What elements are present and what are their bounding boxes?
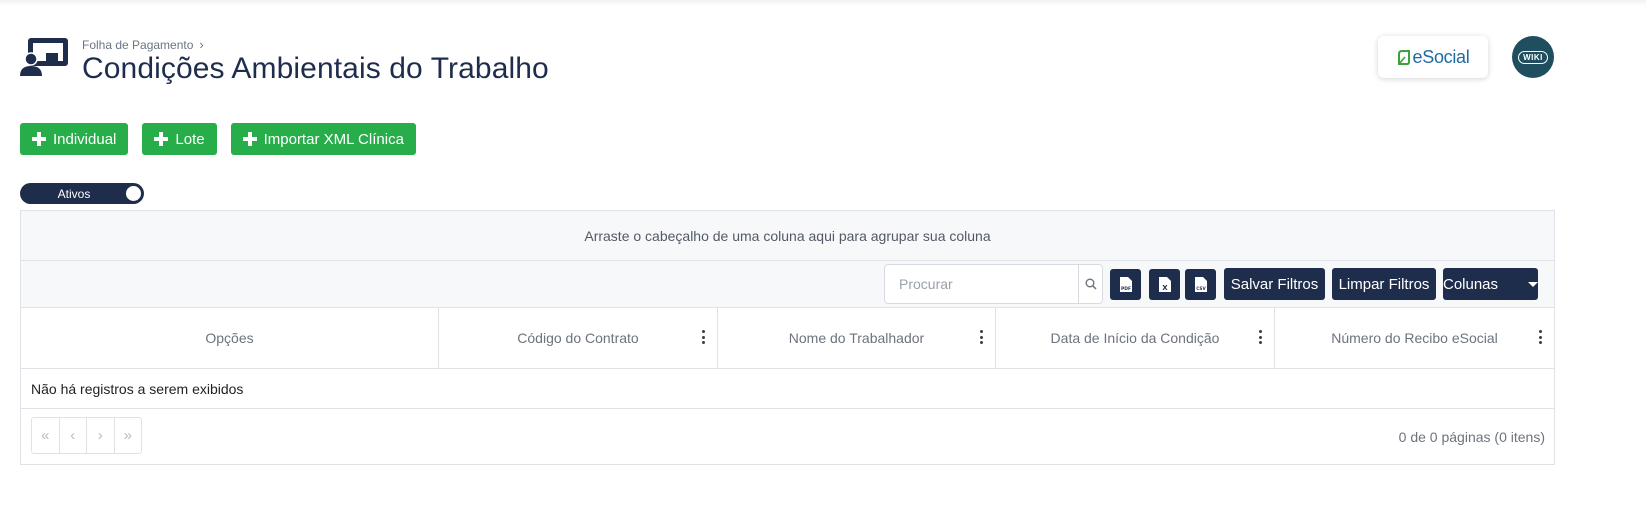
pager: « ‹ › » [31, 417, 142, 454]
column-header-opcoes[interactable]: Opções [21, 308, 439, 368]
pdf-file-icon: PDF [1119, 277, 1132, 292]
toggle-label: Ativos [57, 186, 91, 201]
page-title: Condições Ambientais do Trabalho [82, 52, 549, 85]
toggle-knob [126, 186, 141, 201]
save-filters-button[interactable]: Salvar Filtros [1224, 268, 1325, 300]
search-box [884, 264, 1103, 304]
svg-text:X: X [1162, 284, 1168, 292]
export-csv-button[interactable]: CSV [1185, 269, 1216, 300]
column-header-label: Número do Recibo eSocial [1331, 330, 1498, 346]
export-excel-button[interactable]: X [1149, 269, 1180, 300]
svg-text:PDF: PDF [1120, 286, 1130, 292]
first-page-button[interactable]: « [32, 418, 60, 453]
column-header-nome-trabalhador[interactable]: Nome do Trabalhador [718, 308, 996, 368]
add-individual-label: Individual [53, 130, 117, 148]
column-header-label: Código do Contrato [517, 330, 639, 346]
clear-filters-label: Limpar Filtros [1338, 275, 1430, 293]
esocial-leaf-icon [1397, 50, 1410, 65]
empty-message: Não há registros a serem exibidos [31, 380, 244, 397]
column-header-data-inicio[interactable]: Data de Início da Condição [996, 308, 1275, 368]
ativos-toggle[interactable]: Ativos [20, 183, 144, 204]
add-lote-label: Lote [175, 130, 205, 148]
pager-row: « ‹ › » 0 de 0 páginas (0 itens) [21, 409, 1554, 464]
esocial-logo-text: eSocial [1412, 46, 1470, 67]
column-header-label: Data de Início da Condição [1050, 330, 1220, 346]
column-header-codigo-contrato[interactable]: Código do Contrato [439, 308, 718, 368]
grid-toolbar: PDF X CSV Salvar Filtros Limpar Filtros … [21, 261, 1554, 308]
import-xml-button[interactable]: Importar XML Clínica [230, 123, 416, 155]
prev-page-button[interactable]: ‹ [60, 418, 87, 453]
group-hint: Arraste o cabeçalho de uma coluna aqui p… [584, 227, 991, 244]
columns-label: Colunas [1442, 275, 1499, 293]
clear-filters-button[interactable]: Limpar Filtros [1332, 268, 1436, 300]
breadcrumb: Folha de Pagamento › [82, 37, 204, 52]
chevron-right-icon: › [199, 37, 204, 52]
last-page-button[interactable]: » [115, 418, 142, 453]
plus-icon [154, 132, 169, 146]
column-menu-icon[interactable] [979, 330, 983, 344]
csv-file-icon: CSV [1194, 277, 1207, 292]
action-bar: Individual Lote Importar XML Clínica [20, 123, 416, 155]
search-icon[interactable] [1078, 265, 1102, 303]
column-menu-icon[interactable] [1538, 330, 1542, 344]
pager-info: 0 de 0 páginas (0 itens) [1398, 429, 1545, 445]
group-panel[interactable]: Arraste o cabeçalho de uma coluna aqui p… [21, 211, 1554, 261]
esocial-button[interactable]: eSocial [1378, 36, 1488, 78]
add-lote-button[interactable]: Lote [142, 123, 217, 155]
column-header-label: Opções [205, 330, 254, 346]
breadcrumb-item-folha[interactable]: Folha de Pagamento [82, 38, 193, 52]
presentation-user-icon [20, 37, 70, 77]
caret-down-icon [1528, 281, 1539, 287]
grid-header: Opções Código do Contrato Nome do Trabal… [21, 308, 1554, 369]
column-menu-icon[interactable] [701, 330, 705, 344]
search-input[interactable] [885, 266, 1075, 302]
empty-message-row: Não há registros a serem exibidos [21, 369, 1554, 409]
columns-dropdown[interactable]: Colunas [1442, 268, 1539, 300]
wiki-button[interactable]: WIKI [1512, 36, 1554, 78]
plus-icon [242, 132, 257, 146]
plus-icon [32, 132, 46, 146]
wiki-label: WIKI [1518, 50, 1548, 64]
svg-text:CSV: CSV [1196, 286, 1206, 291]
data-grid: Arraste o cabeçalho de uma coluna aqui p… [20, 210, 1555, 465]
top-shadow [0, 0, 1646, 6]
column-header-numero-recibo[interactable]: Número do Recibo eSocial [1275, 308, 1554, 368]
excel-file-icon: X [1158, 277, 1171, 292]
import-xml-label: Importar XML Clínica [263, 130, 404, 148]
add-individual-button[interactable]: Individual [20, 123, 129, 155]
save-filters-label: Salvar Filtros [1230, 275, 1319, 293]
export-pdf-button[interactable]: PDF [1110, 269, 1141, 300]
column-menu-icon[interactable] [1258, 330, 1262, 344]
column-header-label: Nome do Trabalhador [788, 330, 925, 346]
next-page-button[interactable]: › [87, 418, 115, 453]
